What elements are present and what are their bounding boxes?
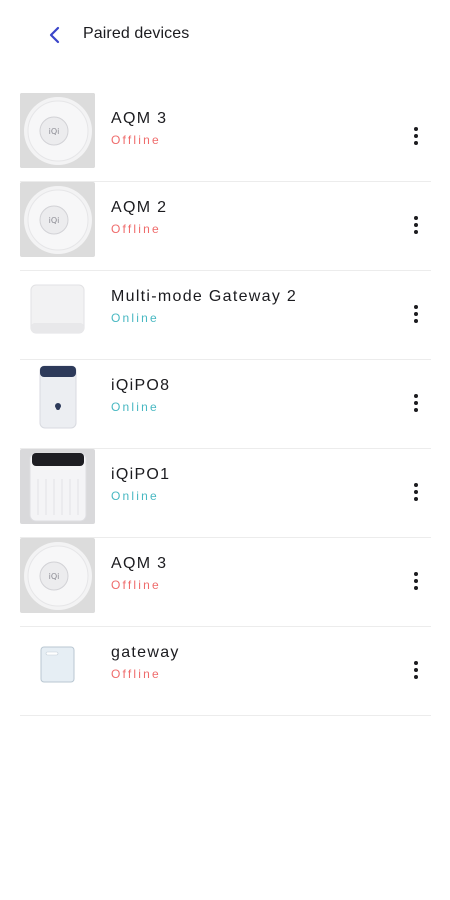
svg-text:iQi: iQi [49, 572, 60, 581]
device-status: Offline [111, 133, 161, 147]
device-row[interactable]: iQi AQM 3 Offline [20, 538, 431, 627]
gateway-hub-image [20, 271, 95, 346]
device-info: AQM 3 Offline [111, 110, 167, 147]
device-status: Online [111, 400, 159, 414]
device-name: gateway [111, 644, 180, 661]
more-options-button[interactable] [405, 655, 427, 685]
more-vertical-icon [414, 305, 418, 309]
page-title: Paired devices [83, 25, 190, 42]
more-vertical-icon [414, 394, 418, 398]
more-vertical-icon [414, 483, 418, 487]
purifier-small-image [20, 360, 95, 435]
device-status: Offline [111, 578, 161, 592]
device-name: iQiPO8 [111, 377, 171, 394]
more-vertical-icon [414, 216, 418, 220]
device-row[interactable]: iQi AQM 2 Offline [20, 182, 431, 271]
device-info: gateway Offline [111, 644, 180, 681]
aqm-sensor-image: iQi [20, 538, 95, 613]
device-list: iQi AQM 3 Offline iQi AQM 2 Offline Mult… [20, 93, 431, 716]
more-options-button[interactable] [405, 210, 427, 240]
device-info: iQiPO8 Online [111, 377, 170, 414]
device-name: AQM 3 [111, 555, 168, 572]
device-name: AQM 2 [111, 199, 168, 216]
device-row[interactable]: iQiPO1 Online [20, 449, 431, 538]
device-name: Multi-mode Gateway 2 [111, 288, 298, 305]
chevron-left-icon [49, 26, 60, 44]
gateway-panel-image [20, 627, 95, 702]
device-info: Multi-mode Gateway 2 Online [111, 288, 297, 325]
svg-text:iQi: iQi [49, 216, 60, 225]
device-info: AQM 3 Offline [111, 555, 167, 592]
svg-text:iQi: iQi [49, 127, 60, 136]
more-options-button[interactable] [405, 477, 427, 507]
more-options-button[interactable] [405, 388, 427, 418]
device-status: Offline [111, 222, 161, 236]
more-options-button[interactable] [405, 121, 427, 151]
aqm-sensor-image: iQi [20, 182, 95, 257]
more-vertical-icon [414, 572, 418, 576]
device-status: Online [111, 489, 159, 503]
purifier-large-image [20, 449, 95, 524]
app-header: Paired devices [0, 0, 450, 70]
device-row[interactable]: Multi-mode Gateway 2 Online [20, 271, 431, 360]
paired-devices-screen: Paired devices iQi AQM 3 Offline iQi AQM… [0, 0, 450, 900]
device-row[interactable]: gateway Offline [20, 627, 431, 716]
aqm-sensor-image: iQi [20, 93, 95, 168]
more-vertical-icon [414, 661, 418, 665]
device-row[interactable]: iQiPO8 Online [20, 360, 431, 449]
more-options-button[interactable] [405, 566, 427, 596]
device-name: iQiPO1 [111, 466, 171, 483]
device-info: iQiPO1 Online [111, 466, 170, 503]
device-name: AQM 3 [111, 110, 168, 127]
more-options-button[interactable] [405, 299, 427, 329]
device-status: Offline [111, 667, 161, 681]
back-button[interactable] [40, 20, 70, 50]
device-status: Online [111, 311, 159, 325]
device-row[interactable]: iQi AQM 3 Offline [20, 93, 431, 182]
device-info: AQM 2 Offline [111, 199, 167, 236]
more-vertical-icon [414, 127, 418, 131]
